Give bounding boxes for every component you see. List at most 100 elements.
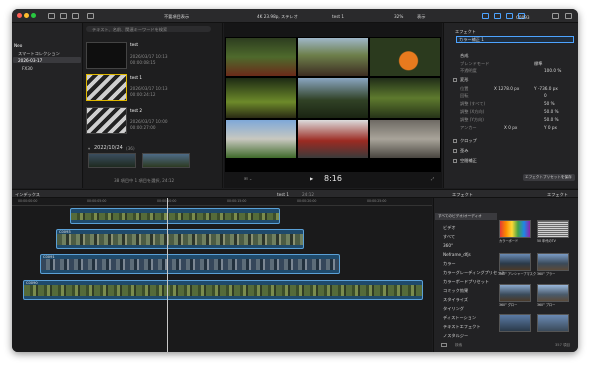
clip-title: test 2 <box>130 108 143 113</box>
view-menu[interactable]: 表示 <box>417 14 425 19</box>
effect-thumb-360-unsharp[interactable] <box>499 253 531 271</box>
timeline-ruler[interactable]: 00:00:00:00 00:00:05:00 00:00:10:00 00:0… <box>12 198 432 206</box>
transform-checkbox[interactable] <box>453 78 457 82</box>
ruler-tick: 00:00:20:00 <box>297 199 317 203</box>
clip-thumbnail[interactable] <box>88 153 136 168</box>
spatial-checkbox[interactable] <box>453 159 457 163</box>
library-icon[interactable] <box>482 13 489 19</box>
effect-category[interactable]: カラーボードプリセット <box>443 279 489 284</box>
spatial-header: 空間補正 <box>460 158 477 163</box>
effects-search-input[interactable]: 検索 <box>455 343 462 348</box>
multicam-angle-6[interactable] <box>370 78 440 118</box>
position-y[interactable]: Y -736.0 px <box>534 86 558 91</box>
clip-thumbnail-test2[interactable] <box>86 107 127 134</box>
position-x[interactable]: X 1278.0 px <box>494 86 519 91</box>
browser-icon[interactable] <box>494 13 501 19</box>
scale-y-value[interactable]: 50.0 % <box>544 117 559 122</box>
share-icon[interactable] <box>552 13 559 19</box>
effect-category[interactable]: テキストエフェクト <box>443 324 481 329</box>
effect-category[interactable]: ノスタルジー <box>443 333 468 338</box>
playhead[interactable] <box>167 198 168 352</box>
effect-category[interactable]: ディストーション <box>443 315 476 320</box>
multicam-angle-1[interactable] <box>226 38 296 76</box>
zoom-window-button[interactable] <box>31 13 36 18</box>
timeline-project-name: test 1 <box>277 192 290 197</box>
minimize-window-button[interactable] <box>24 13 29 18</box>
effect-category[interactable]: コミック効果 <box>443 288 468 293</box>
anchor-x[interactable]: X 0 px <box>504 125 517 130</box>
timeline-tracks[interactable]: C0093 C0091 C0090 <box>12 198 432 352</box>
effect-category[interactable]: タイリング <box>443 306 464 311</box>
effect-thumb-360-blur[interactable] <box>537 253 569 271</box>
analyze-icon[interactable] <box>72 13 79 19</box>
viewer-options-icon[interactable]: ⊞ ⌄ <box>244 176 252 181</box>
clip-thumbnail-test[interactable] <box>86 42 127 69</box>
clip-duration: 00:00:08:15 <box>130 60 156 65</box>
show-unused-label[interactable]: 不要項目表示 <box>164 14 189 19</box>
timeline-icon[interactable] <box>506 13 513 19</box>
libraries-sidebar: Neo スマートコレクション 2026-03-17 FX30 <box>12 23 83 188</box>
multicam-angle-3[interactable] <box>370 38 440 76</box>
multicam-angle-2[interactable] <box>298 38 368 76</box>
browser-search-input[interactable]: テキスト、名前、関連キーワードを検索 <box>92 27 167 32</box>
effect-thumb-360-blow[interactable] <box>537 284 569 302</box>
effect-category[interactable]: 360° <box>443 243 453 248</box>
viewer-format-label: 4K 23.98p, ステレオ <box>257 14 298 19</box>
effect-category[interactable]: すべて <box>443 234 455 239</box>
fullscreen-icon[interactable]: ⤢ <box>431 176 434 181</box>
timeline-clip[interactable]: C0093 <box>56 229 304 249</box>
effect-name: 360° ブロー <box>537 303 556 307</box>
effect-category[interactable]: カラー <box>443 261 456 266</box>
effect-category[interactable]: Neframe_dfjs <box>443 252 471 257</box>
effect-thumb[interactable] <box>499 314 531 332</box>
opacity-value[interactable]: 100.0 % <box>544 68 561 73</box>
multicam-angle-8[interactable] <box>298 120 368 158</box>
scale-x-value[interactable]: 50.0 % <box>544 109 559 114</box>
close-window-button[interactable] <box>17 13 22 18</box>
background-tasks-icon[interactable] <box>87 13 94 19</box>
scale-all-label: 調整 (すべて) <box>460 101 486 106</box>
effect-thumb-50s-tv[interactable] <box>537 220 569 238</box>
effect-thumb[interactable] <box>537 314 569 332</box>
position-label: 位置 <box>460 86 469 91</box>
timeline-clip-main[interactable] <box>70 208 280 224</box>
timeline-clip[interactable]: C0090 <box>23 280 423 300</box>
multicam-angle-9[interactable] <box>370 120 440 158</box>
distort-checkbox[interactable] <box>453 149 457 153</box>
crop-checkbox[interactable] <box>453 139 457 143</box>
sidebar-item-fx30[interactable]: FX30 <box>22 66 33 71</box>
timeline-clip[interactable]: C0091 <box>40 254 340 274</box>
scale-all-value[interactable]: 50 % <box>544 101 555 106</box>
rotation-value[interactable]: 0 <box>544 93 547 98</box>
index-button[interactable]: インデックス <box>15 192 40 197</box>
zoom-select[interactable]: 32% <box>394 14 403 19</box>
effect-thumb-colorboard[interactable] <box>499 220 531 238</box>
effects-list-container: ビデオ すべて 360° Neframe_dfjs カラー カラーグレーディング… <box>433 198 578 352</box>
multicam-angle-4[interactable] <box>226 78 296 118</box>
group-title: 2022/10/24 <box>94 145 123 151</box>
effect-thumb-360-glow[interactable] <box>499 284 531 302</box>
sidebar-item-event[interactable]: 2026-03-17 <box>18 58 42 63</box>
group-disclosure-icon[interactable]: ▾ <box>88 146 90 151</box>
ruler-tick: 00:00:05:00 <box>87 199 107 203</box>
play-button[interactable]: ▶ <box>310 176 313 181</box>
clip-thumbnail[interactable] <box>142 153 190 168</box>
effect-category[interactable]: スタイライズ <box>443 297 468 302</box>
effect-name: 360° アンシャープマスク <box>499 272 537 276</box>
effect-category[interactable]: ビデオ <box>443 225 456 230</box>
multicam-angle-5[interactable] <box>298 78 368 118</box>
import-icon[interactable] <box>48 13 55 19</box>
library-name[interactable]: Neo <box>14 43 22 48</box>
clip-browser: テキスト、名前、関連キーワードを検索 test 2026/03/17 10:13… <box>84 23 223 188</box>
sidebar-item-smart-collection[interactable]: スマートコレクション <box>18 51 60 56</box>
clip-title: test <box>130 42 139 47</box>
blend-mode-select[interactable]: 標準 <box>534 61 542 66</box>
settings-icon[interactable] <box>565 13 572 19</box>
effects-panel-icon[interactable] <box>441 343 447 347</box>
anchor-y[interactable]: Y 0 px <box>544 125 557 130</box>
multicam-angle-7[interactable] <box>226 120 296 158</box>
effects-browser-title: エフェクト <box>452 192 473 197</box>
effect-category[interactable]: カラーグレーディングプリセット <box>443 270 506 275</box>
keyword-icon[interactable] <box>60 13 67 19</box>
clip-thumbnail-test1[interactable] <box>86 74 127 101</box>
